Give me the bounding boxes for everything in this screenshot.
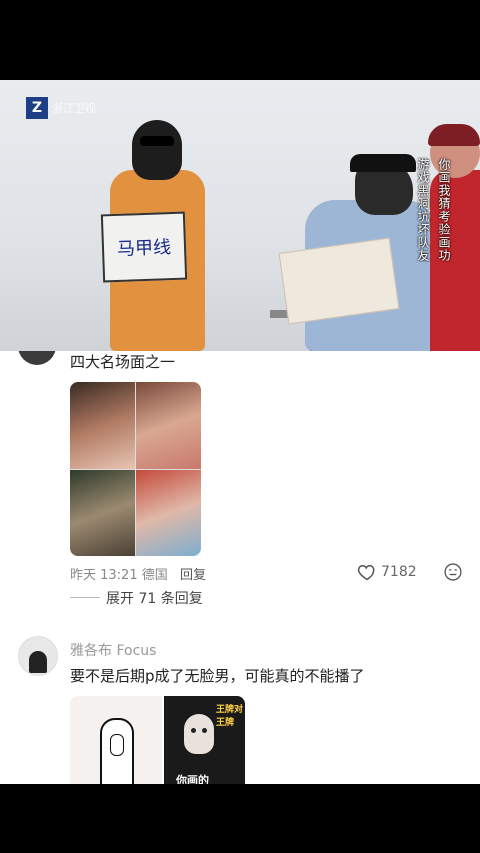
image-tile [136, 470, 201, 556]
image-tile [70, 470, 135, 556]
whiteboard-sign: 马甲线 [100, 211, 188, 283]
comment-text: 要不是后期p成了无脸男，可能真的不能播了 [70, 667, 365, 685]
vertical-subtitles: 你画我猜考验画功 游戏黑洞坑坏队友 [416, 158, 453, 348]
comment-image[interactable]: 王牌对王牌 你画的 [70, 696, 245, 784]
red-cap [428, 124, 480, 146]
subtitle-column: 游戏黑洞坑坏队友 [416, 158, 430, 262]
avatar[interactable] [18, 351, 56, 365]
username[interactable]: 雅各布 Focus [70, 640, 156, 660]
image-caption: 你画的 [176, 774, 209, 784]
drawing-panel [70, 696, 162, 784]
heart-icon[interactable] [357, 562, 377, 582]
comment-image-grid[interactable] [70, 382, 201, 556]
channel-logo-letter: Z [31, 100, 43, 116]
no-face-drawing [100, 718, 134, 784]
mask-eye [202, 728, 207, 733]
comment-text: 四大名场面之一 [70, 353, 176, 371]
avatar[interactable] [18, 636, 58, 676]
no-face-panel: 王牌对王牌 你画的 [164, 696, 245, 784]
emoji-face-icon[interactable] [443, 562, 463, 582]
sunglasses [140, 136, 174, 146]
show-badge: 王牌对王牌 [216, 705, 244, 728]
like-count: 7182 [381, 564, 417, 580]
sign-text: 马甲线 [116, 237, 172, 260]
paper-sheet [278, 237, 400, 325]
channel-logo-text: 浙江卫视 [52, 102, 96, 115]
reply-button[interactable]: 回复 [180, 564, 206, 583]
comments-panel: 四大名场面之一 昨天 13:21 德国 回复 7182 展开 71 条回复 雅各… [0, 351, 480, 784]
comment-time-location: 昨天 13:21 德国 [70, 568, 168, 583]
subtitle-column: 你画我猜考验画功 [437, 158, 451, 262]
black-hat [350, 154, 416, 172]
mask-eye [191, 728, 196, 733]
no-face-mask [184, 714, 214, 754]
channel-logo: Z [26, 97, 48, 119]
mask-drawing [110, 734, 124, 756]
video-player[interactable]: Z 浙江卫视 马甲线 你画我猜考验画功 游戏黑洞坑坏队友 [0, 80, 480, 351]
avatar-figure [29, 651, 47, 673]
image-tile [136, 382, 201, 469]
woman-head [132, 120, 182, 180]
image-tile [70, 382, 135, 469]
divider-line [70, 597, 100, 598]
expand-replies-button[interactable]: 展开 71 条回复 [106, 588, 203, 608]
